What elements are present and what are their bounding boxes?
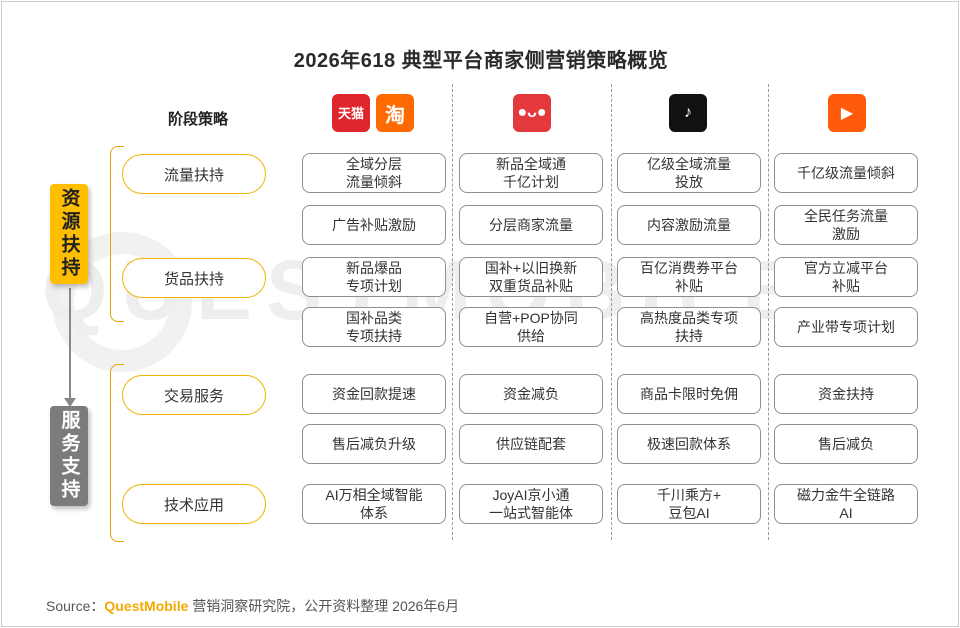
stage-traffic-support: 流量扶持 xyxy=(122,154,266,194)
strategy-cell: 自营+POP协同 供给 xyxy=(459,307,603,347)
strategy-cell: 售后减负 xyxy=(774,424,918,464)
platform-logo-jd: ●ᴗ● xyxy=(513,94,551,134)
stage-goods-support: 货品扶持 xyxy=(122,258,266,298)
diagram-frame: QUESTMOBILE 2026年618 典型平台商家侧营销策略概览 阶段策略 … xyxy=(1,1,959,627)
platform-logo-tmall-taobao: 天猫 淘 xyxy=(332,94,414,134)
source-prefix: Source： xyxy=(46,598,105,614)
strategy-cell: 千川乘方+ 豆包AI xyxy=(617,484,761,524)
column-divider xyxy=(611,84,612,540)
strategy-cell: 新品全域通 千亿计划 xyxy=(459,153,603,193)
strategy-cell: 百亿消费券平台 补贴 xyxy=(617,257,761,297)
strategy-cell: 千亿级流量倾斜 xyxy=(774,153,918,193)
kuaishou-icon: ▶ xyxy=(828,94,866,132)
strategy-cell: 全域分层 流量倾斜 xyxy=(302,153,446,193)
strategy-cell: 产业带专项计划 xyxy=(774,307,918,347)
column-divider xyxy=(768,84,769,540)
strategy-cell: 极速回款体系 xyxy=(617,424,761,464)
strategy-cell: 高热度品类专项 扶持 xyxy=(617,307,761,347)
jd-icon: ●ᴗ● xyxy=(513,94,551,132)
strategy-cell: 资金回款提速 xyxy=(302,374,446,414)
strategy-cell: 供应链配套 xyxy=(459,424,603,464)
strategy-cell: 分层商家流量 xyxy=(459,205,603,245)
tmall-icon: 天猫 xyxy=(332,94,370,132)
stage-column-header: 阶段策略 xyxy=(168,111,229,128)
douyin-icon: ♪ xyxy=(669,94,707,132)
source-note: Source：QuestMobile 营销洞察研究院，公开资料整理 2026年6… xyxy=(46,596,459,616)
strategy-cell: 资金扶持 xyxy=(774,374,918,414)
strategy-cell: 国补+以旧换新 双重货品补贴 xyxy=(459,257,603,297)
group-arrow-line xyxy=(69,288,71,400)
page-title: 2026年618 典型平台商家侧营销策略概览 xyxy=(293,50,669,72)
group-resource-support: 资源扶持 xyxy=(50,184,88,284)
strategy-cell: 亿级全域流量 投放 xyxy=(617,153,761,193)
strategy-cell: 资金减负 xyxy=(459,374,603,414)
group-service-support: 服务支持 xyxy=(50,406,88,506)
strategy-cell: 售后减负升级 xyxy=(302,424,446,464)
source-brand: QuestMobile xyxy=(104,598,189,614)
strategy-cell: JoyAI京小通 一站式智能体 xyxy=(459,484,603,524)
stage-transaction-service: 交易服务 xyxy=(122,375,266,415)
stage-tech-application: 技术应用 xyxy=(122,484,266,524)
strategy-cell: 官方立减平台 补贴 xyxy=(774,257,918,297)
column-divider xyxy=(452,84,453,540)
source-suffix: 营销洞察研究院，公开资料整理 2026年6月 xyxy=(188,598,460,614)
strategy-cell: 商品卡限时免佣 xyxy=(617,374,761,414)
platform-logo-kuaishou: ▶ xyxy=(828,94,866,134)
strategy-cell: 磁力金牛全链路 AI xyxy=(774,484,918,524)
strategy-cell: 广告补贴激励 xyxy=(302,205,446,245)
strategy-cell: 全民任务流量 激励 xyxy=(774,205,918,245)
strategy-cell: 新品爆品 专项计划 xyxy=(302,257,446,297)
strategy-cell: 国补品类 专项扶持 xyxy=(302,307,446,347)
strategy-cell: 内容激励流量 xyxy=(617,205,761,245)
platform-logo-douyin: ♪ xyxy=(669,94,707,134)
taobao-icon: 淘 xyxy=(376,94,414,132)
strategy-cell: AI万相全域智能 体系 xyxy=(302,484,446,524)
